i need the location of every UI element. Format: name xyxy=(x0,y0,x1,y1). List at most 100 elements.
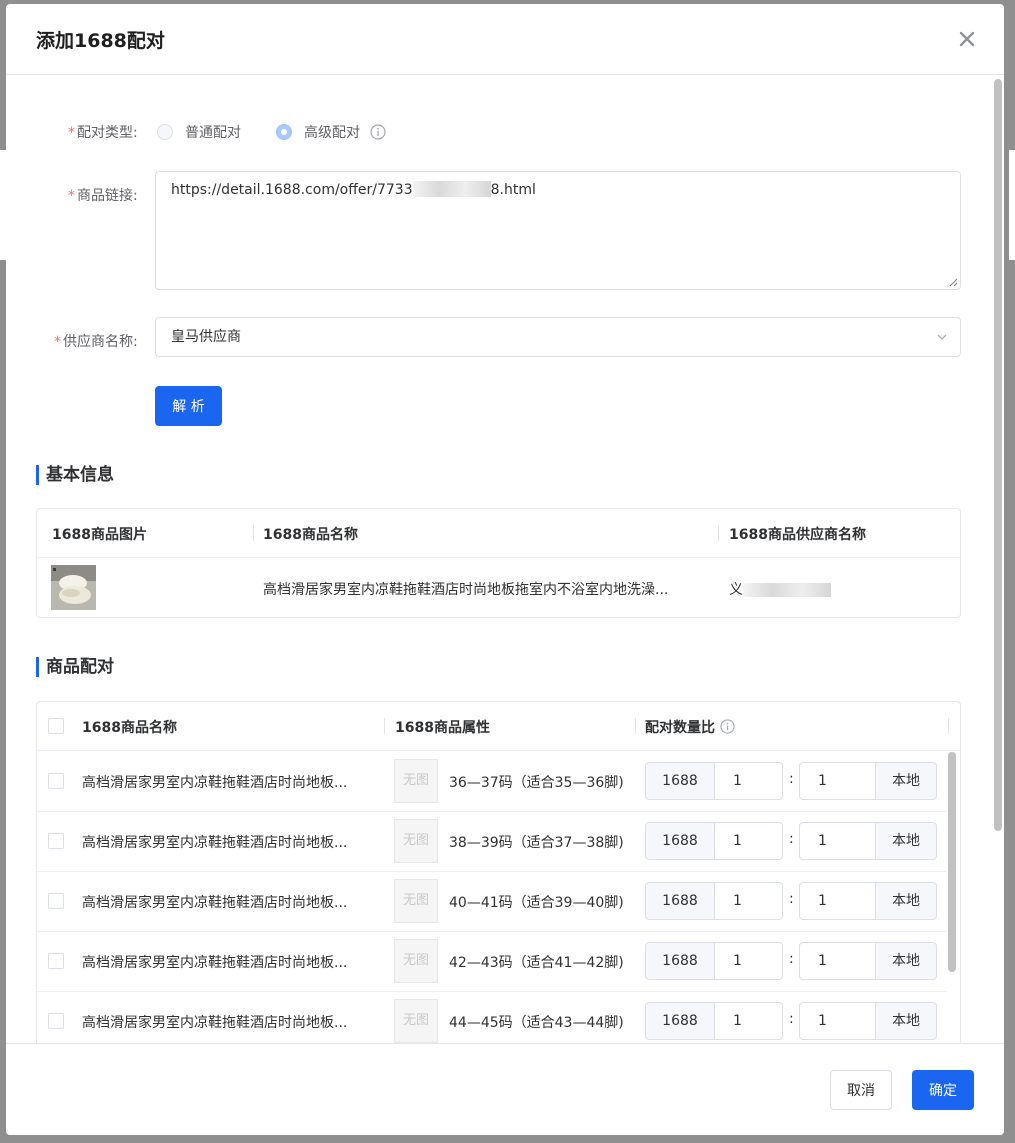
pair-product-attr: 36—37码（适合35—36脚) xyxy=(449,775,624,791)
pair-product-name: 高档滑居家男室内凉鞋拖鞋酒店时尚地板... xyxy=(82,835,348,851)
pairing-row: 高档滑居家男室内凉鞋拖鞋酒店时尚地板... 无图 36—37码（适合35—36脚… xyxy=(37,751,946,812)
required-mark: * xyxy=(68,125,75,141)
dialog-scrollbar[interactable] xyxy=(994,79,1002,831)
radio-advanced-pairing[interactable]: 高级配对 xyxy=(276,122,386,142)
supplier-visible-text: 义 xyxy=(729,582,743,598)
ratio-colon: : xyxy=(789,1011,794,1027)
ratio-local-input[interactable]: 1 xyxy=(799,822,876,860)
pair-product-name: 高档滑居家男室内凉鞋拖鞋酒店时尚地板... xyxy=(82,775,348,791)
ratio-1688-input[interactable]: 1 xyxy=(714,942,783,980)
ratio-local-addon: 本地 xyxy=(875,1002,937,1040)
pairing-table-scrollbar[interactable] xyxy=(948,752,956,972)
column-divider xyxy=(253,525,254,541)
pairing-table: 1688商品名称 1688商品属性 配对数量比 高档滑居家男室内凉鞋拖鞋酒店时尚… xyxy=(36,701,961,1043)
no-image-placeholder: 无图 xyxy=(394,759,438,803)
supplier-name-label-text: 供应商名称: xyxy=(63,334,138,350)
radio-circle-checked[interactable] xyxy=(276,124,292,140)
required-mark: * xyxy=(54,334,61,350)
ratio-1688-addon: 1688 xyxy=(645,882,715,920)
ratio-local-input[interactable]: 1 xyxy=(799,882,876,920)
parse-button[interactable]: 解 析 xyxy=(155,386,222,426)
ratio-colon: : xyxy=(789,951,794,967)
ratio-1688-addon: 1688 xyxy=(645,942,715,980)
product-link-textarea[interactable]: https://detail.1688.com/offer/7733 8.html xyxy=(155,171,961,290)
pairing-section-title: 商品配对 xyxy=(36,657,114,677)
dialog-body: * 配对类型: 普通配对 高级配对 * 商品链接: https://detail.1… xyxy=(6,75,1004,1043)
ratio-local-addon: 本地 xyxy=(875,762,937,800)
product-link-label: * 商品链接: xyxy=(68,185,138,205)
chevron-down-icon xyxy=(937,334,947,340)
pair-product-attr: 44—45码（适合43—44脚) xyxy=(449,1015,624,1031)
basic-info-table: 1688商品图片 1688商品名称 1688商品供应商名称 高档滑居家男室内凉鞋… xyxy=(36,508,961,618)
ratio-local-input[interactable]: 1 xyxy=(799,942,876,980)
ratio-1688-input[interactable]: 1 xyxy=(714,822,783,860)
column-divider xyxy=(718,525,719,541)
basic-info-row: 高档滑居家男室内凉鞋拖鞋酒店时尚地板拖室内不浴室内地洗澡... 义 xyxy=(37,558,960,618)
column-divider xyxy=(948,718,949,734)
column-divider xyxy=(635,718,636,734)
no-image-placeholder: 无图 xyxy=(394,879,438,923)
pair-product-name: 高档滑居家男室内凉鞋拖鞋酒店时尚地板... xyxy=(82,895,348,911)
ratio-1688-input[interactable]: 1 xyxy=(714,1002,783,1040)
col-name-header: 1688商品名称 xyxy=(263,527,358,543)
ratio-local-addon: 本地 xyxy=(875,882,937,920)
ratio-local-addon: 本地 xyxy=(875,822,937,860)
radio-normal-pairing[interactable]: 普通配对 xyxy=(157,122,241,142)
col-image-header: 1688商品图片 xyxy=(52,527,147,543)
link-value-prefix: https://detail.1688.com/offer/7733 xyxy=(171,182,413,198)
row-checkbox[interactable] xyxy=(48,953,64,969)
no-image-placeholder: 无图 xyxy=(394,939,438,983)
no-image-placeholder: 无图 xyxy=(394,999,438,1043)
redacted-blur xyxy=(743,583,831,597)
basic-product-name: 高档滑居家男室内凉鞋拖鞋酒店时尚地板拖室内不浴室内地洗澡... xyxy=(263,582,669,598)
pair-product-attr: 38—39码（适合37—38脚) xyxy=(449,835,624,851)
pair-type-label-text: 配对类型: xyxy=(77,125,138,141)
dialog-header: 添加1688配对 xyxy=(6,4,1004,75)
col-ratio-header: 配对数量比 xyxy=(645,717,735,737)
pair-product-attr: 42—43码（适合41—42脚) xyxy=(449,955,624,971)
info-icon[interactable] xyxy=(720,719,735,734)
required-mark: * xyxy=(68,188,75,204)
ratio-local-input[interactable]: 1 xyxy=(799,1002,876,1040)
column-divider xyxy=(384,718,385,734)
radio-circle[interactable] xyxy=(157,124,173,140)
basic-info-section-title: 基本信息 xyxy=(36,465,114,485)
ratio-1688-input[interactable]: 1 xyxy=(714,882,783,920)
product-image[interactable] xyxy=(51,565,96,610)
ratio-local-input[interactable]: 1 xyxy=(799,762,876,800)
background-page-edge-right xyxy=(1009,150,1015,260)
no-image-placeholder: 无图 xyxy=(394,819,438,863)
row-checkbox[interactable] xyxy=(48,893,64,909)
confirm-button[interactable]: 确定 xyxy=(912,1070,974,1110)
pairing-row: 高档滑居家男室内凉鞋拖鞋酒店时尚地板... 无图 38—39码（适合37—38脚… xyxy=(37,811,946,872)
col-pair-attr-header: 1688商品属性 xyxy=(395,720,490,736)
info-icon[interactable] xyxy=(370,124,386,140)
ratio-1688-input[interactable]: 1 xyxy=(714,762,783,800)
dialog-footer: 取消 确定 xyxy=(6,1043,1004,1135)
pairing-header-row: 1688商品名称 1688商品属性 配对数量比 xyxy=(37,702,960,751)
pairing-row: 高档滑居家男室内凉鞋拖鞋酒店时尚地板... 无图 40—41码（适合39—40脚… xyxy=(37,871,946,932)
resize-handle-icon[interactable] xyxy=(948,277,958,287)
ratio-1688-addon: 1688 xyxy=(645,1002,715,1040)
row-checkbox[interactable] xyxy=(48,773,64,789)
basic-supplier-name: 义 xyxy=(729,579,831,599)
pair-product-name: 高档滑居家男室内凉鞋拖鞋酒店时尚地板... xyxy=(82,955,348,971)
pair-type-label: * 配对类型: xyxy=(68,122,138,142)
col-supplier-header: 1688商品供应商名称 xyxy=(729,527,866,543)
supplier-selected-value: 皇马供应商 xyxy=(171,329,241,345)
row-checkbox[interactable] xyxy=(48,1013,64,1029)
col-pair-name-header: 1688商品名称 xyxy=(82,720,177,736)
pair-product-name: 高档滑居家男室内凉鞋拖鞋酒店时尚地板... xyxy=(82,1015,348,1031)
pairing-row: 高档滑居家男室内凉鞋拖鞋酒店时尚地板... 无图 42—43码（适合41—42脚… xyxy=(37,931,946,992)
product-link-label-text: 商品链接: xyxy=(77,188,138,204)
cancel-button[interactable]: 取消 xyxy=(830,1070,892,1110)
radio-advanced-label: 高级配对 xyxy=(304,125,360,141)
row-checkbox[interactable] xyxy=(48,833,64,849)
pairing-row: 高档滑居家男室内凉鞋拖鞋酒店时尚地板... 无图 44—45码（适合43—44脚… xyxy=(37,991,946,1043)
select-all-checkbox[interactable] xyxy=(48,718,64,734)
supplier-name-label: * 供应商名称: xyxy=(54,331,138,351)
ratio-colon: : xyxy=(789,891,794,907)
close-icon[interactable] xyxy=(956,28,978,50)
supplier-select[interactable]: 皇马供应商 xyxy=(155,317,961,357)
ratio-header-text: 配对数量比 xyxy=(645,720,715,736)
